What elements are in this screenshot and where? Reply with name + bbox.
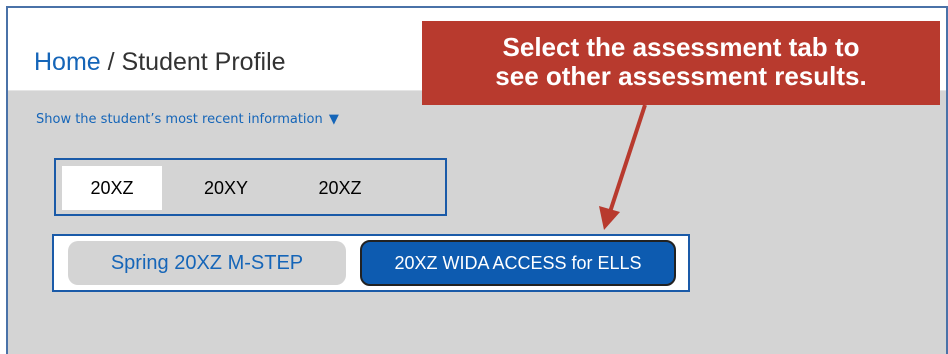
callout-line-2: see other assessment results. xyxy=(495,61,867,91)
recent-info-label: Show the student’s most recent informati… xyxy=(36,112,323,127)
callout-line-1: Select the assessment tab to xyxy=(502,32,860,62)
breadcrumb-current: Student Profile xyxy=(121,48,286,76)
breadcrumb-separator: / xyxy=(107,48,115,76)
year-tab-group: 20XZ 20XY 20XZ xyxy=(54,158,447,216)
year-tab-20xy[interactable]: 20XY xyxy=(176,166,276,210)
assessment-tab-m-step[interactable]: Spring 20XZ M-STEP xyxy=(68,241,346,285)
breadcrumb: Home / Student Profile xyxy=(34,48,286,77)
recent-info-toggle[interactable]: Show the student’s most recent informati… xyxy=(36,112,339,127)
assessment-tab-group: Spring 20XZ M-STEP 20XZ WIDA ACCESS for … xyxy=(52,234,690,292)
year-tab-20xz-second[interactable]: 20XZ xyxy=(290,166,390,210)
assessment-tab-wida-access[interactable]: 20XZ WIDA ACCESS for ELLS xyxy=(360,240,676,286)
year-tab-20xz[interactable]: 20XZ xyxy=(62,166,162,210)
breadcrumb-home-link[interactable]: Home xyxy=(34,48,101,76)
instruction-callout: Select the assessment tab to see other a… xyxy=(422,21,940,105)
triangle-down-icon: ▼ xyxy=(328,112,339,127)
